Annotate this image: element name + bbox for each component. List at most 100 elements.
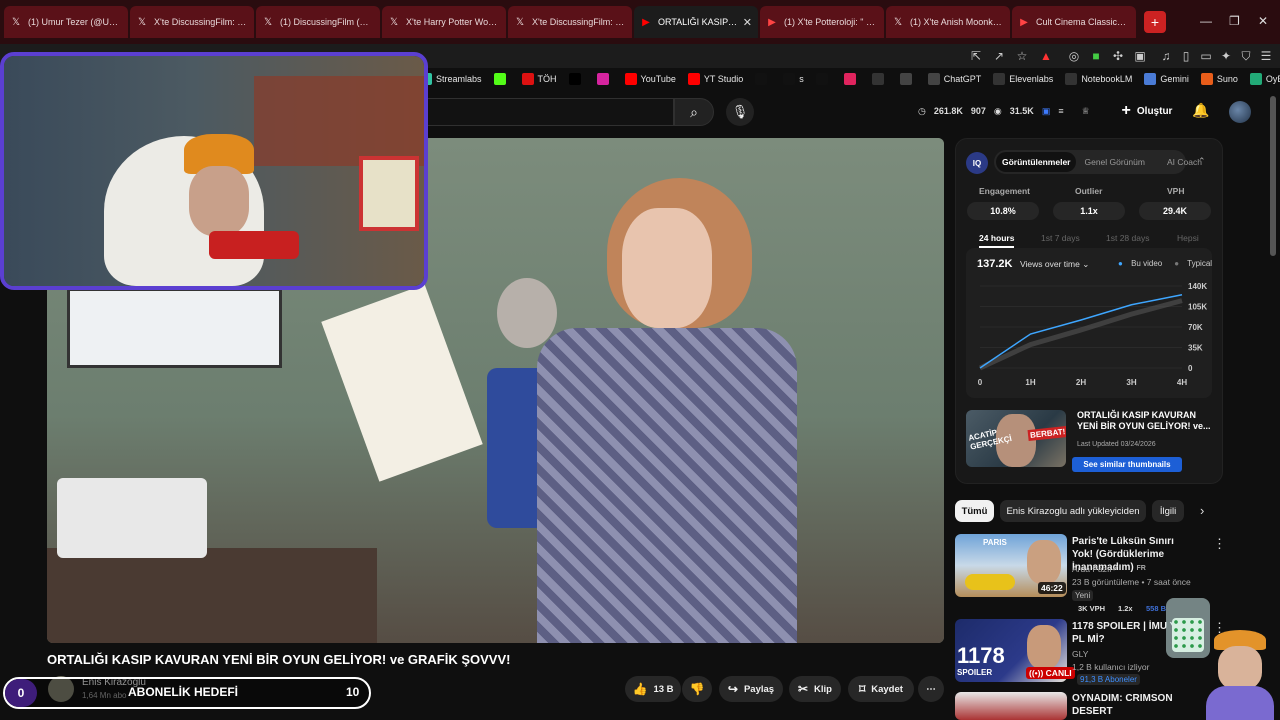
notifications-icon[interactable]: 🔔 (1192, 102, 1209, 119)
browser-tab[interactable]: ▶ Cult Cinema Classics - You (1012, 6, 1136, 38)
search-button[interactable]: ⌕ (674, 98, 714, 126)
extension-icon[interactable]: ▣ (1042, 106, 1051, 117)
account-avatar[interactable] (1229, 101, 1251, 123)
x-icon: 𝕏 (263, 16, 273, 28)
similar-thumbnails-button[interactable]: See similar thumbnails (1072, 457, 1182, 472)
close-tab-icon[interactable]: ✕ (743, 16, 752, 29)
related-meta: 23 B görüntüleme • 7 saat önce (1072, 577, 1191, 587)
bookmark-item[interactable]: YouTube (624, 73, 676, 85)
vpn-icon[interactable]: ⛉ (1238, 48, 1254, 64)
bookmark-item[interactable] (596, 73, 613, 85)
extension-icon[interactable]: ◎ (1066, 48, 1082, 64)
install-icon[interactable]: ⇱ (968, 48, 984, 64)
save-label: Kaydet (871, 683, 903, 695)
like-count: 13 B (653, 683, 674, 695)
bookmark-item[interactable]: Streamlabs (420, 73, 482, 85)
tab-views[interactable]: Görüntülenmeler (996, 152, 1077, 172)
related-title[interactable]: OYNADIM: CRIMSON DESERT (1072, 692, 1212, 718)
live-icon: ((•)) (1029, 668, 1046, 678)
dislike-button[interactable]: 👎 (682, 676, 712, 702)
minimize-icon[interactable]: — (1200, 14, 1212, 28)
scrollbar[interactable] (1270, 96, 1276, 256)
bookmark-item[interactable]: ChatGPT (927, 73, 981, 85)
brave-shield-icon[interactable]: ▲ (1038, 48, 1054, 64)
browser-tab[interactable]: 𝕏 X'te Harry Potter World Re (382, 6, 506, 38)
browser-tab[interactable]: 𝕏 (1) Umur Tezer (@Umurte (4, 6, 128, 38)
browser-tab[interactable]: 𝕏 (1) X'te Anish Moonka: "W (886, 6, 1010, 38)
voice-search-button[interactable]: 🎙 (726, 98, 754, 126)
extension-icon[interactable]: ▣ (1132, 48, 1148, 64)
chip-all[interactable]: Tümü (955, 500, 994, 522)
save-button[interactable]: ⌑ Kaydet (848, 676, 914, 702)
bookmark-item[interactable]: YT Studio (687, 73, 743, 85)
share-icon[interactable]: ↗ (991, 48, 1007, 64)
tab-overview[interactable]: Genel Görünüm (1078, 152, 1150, 172)
more-vert-icon[interactable]: ⋮ (1213, 536, 1226, 552)
new-tab-button[interactable]: + (1144, 11, 1166, 33)
bookmark-item[interactable]: Elevenlabs (993, 73, 1053, 85)
star-icon[interactable]: ☆ (1014, 48, 1030, 64)
metric-label: Outlier (1075, 186, 1103, 196)
chevron-right-icon[interactable]: › (1200, 503, 1204, 518)
bookmark-item[interactable] (899, 73, 916, 85)
bookmark-item[interactable]: OyEk (1249, 73, 1280, 85)
maximize-icon[interactable]: ❐ (1229, 14, 1240, 28)
like-button[interactable]: 👍 13 B (625, 676, 681, 702)
browser-tab[interactable]: ▶ (1) X'te Potteroloji: " 33 Ye (760, 6, 884, 38)
search-input[interactable] (420, 98, 674, 126)
ai-icon[interactable]: ✦ (1218, 48, 1234, 64)
bookmark-item[interactable]: Gemini (1144, 73, 1189, 85)
menu-icon[interactable]: ☰ (1258, 48, 1274, 64)
range-24h[interactable]: 24 hours (979, 233, 1015, 248)
more-actions-button[interactable]: ⋯ (918, 676, 944, 702)
range-all[interactable]: Hepsi (1177, 233, 1199, 243)
bookmark-item[interactable] (815, 73, 832, 85)
bookmark-item[interactable] (568, 73, 585, 85)
bookmark-item[interactable]: TÖH (521, 73, 557, 85)
subscribers-badge: 91,3 B Aboneler (1077, 674, 1140, 685)
extension-icon[interactable]: ■ (1088, 48, 1104, 64)
chatgpt-icon (927, 73, 940, 85)
related-thumbnail[interactable] (955, 692, 1067, 720)
collapse-icon[interactable]: ⌃ (1198, 156, 1206, 167)
video-person-shirt (537, 328, 797, 643)
range-28d[interactable]: 1st 28 days (1106, 233, 1149, 243)
x-tick-label: 2H (1076, 378, 1086, 387)
close-window-icon[interactable]: ✕ (1258, 14, 1268, 28)
chart-mode-select[interactable]: Views over time ⌄ (1020, 259, 1089, 270)
chevron-down-icon: ⌄ (1082, 259, 1090, 269)
video-thumbnail[interactable]: ACATİP GERÇEKÇİ BERBAT! (966, 410, 1066, 467)
bookmark-label: YouTube (640, 74, 676, 84)
bookmark-item[interactable] (755, 73, 771, 85)
related-channel[interactable]: GLY (1072, 649, 1088, 659)
bookmark-item[interactable]: NotebookLM (1065, 73, 1132, 85)
range-7d[interactable]: 1st 7 days (1041, 233, 1080, 243)
music-icon[interactable]: ♫ (1158, 48, 1174, 64)
thumbnail-face (1027, 540, 1061, 584)
browser-tab[interactable]: 𝕏 (1) DiscussingFilm (@Disc (256, 6, 380, 38)
instagram-icon (596, 73, 609, 85)
share-button[interactable]: ↪ Paylaş (719, 676, 783, 702)
legend-item: ● Bu video (1118, 259, 1163, 268)
bookmark-item[interactable]: s (783, 73, 804, 85)
thumbnail-car (965, 574, 1015, 590)
trophy-icon[interactable]: ♕ (1082, 106, 1090, 117)
chip-related[interactable]: İlgili (1152, 500, 1184, 522)
browser-tab-active[interactable]: ▶ ORTALIĞI KASIP KAVU ✕ (634, 6, 758, 38)
browser-tab[interactable]: 𝕏 X'te DiscussingFilm: "JUM (130, 6, 254, 38)
bookmark-item[interactable] (871, 73, 888, 85)
bookmark-label: s (799, 74, 804, 84)
list-icon[interactable]: ≡ (1058, 106, 1063, 117)
bookmark-item[interactable] (843, 73, 860, 85)
bookmark-item[interactable] (493, 73, 510, 85)
youtube-icon: ▶ (1020, 16, 1028, 28)
create-button[interactable]: + Oluştur (1116, 98, 1178, 124)
wallet-icon[interactable]: ▭ (1198, 48, 1214, 64)
clip-button[interactable]: ✂ Klip (789, 676, 841, 702)
related-channel[interactable]: Arda Pazır (1072, 564, 1112, 574)
puzzle-icon[interactable]: ✣ (1110, 48, 1126, 64)
browser-tab[interactable]: 𝕏 X'te DiscussingFilm: "Netf (508, 6, 632, 38)
bookmark-item[interactable]: Suno (1200, 73, 1238, 85)
sidebar-icon[interactable]: ▯ (1178, 48, 1194, 64)
chip-from-uploader[interactable]: Enis Kirazoglu adlı yükleyiciden (1000, 500, 1146, 522)
